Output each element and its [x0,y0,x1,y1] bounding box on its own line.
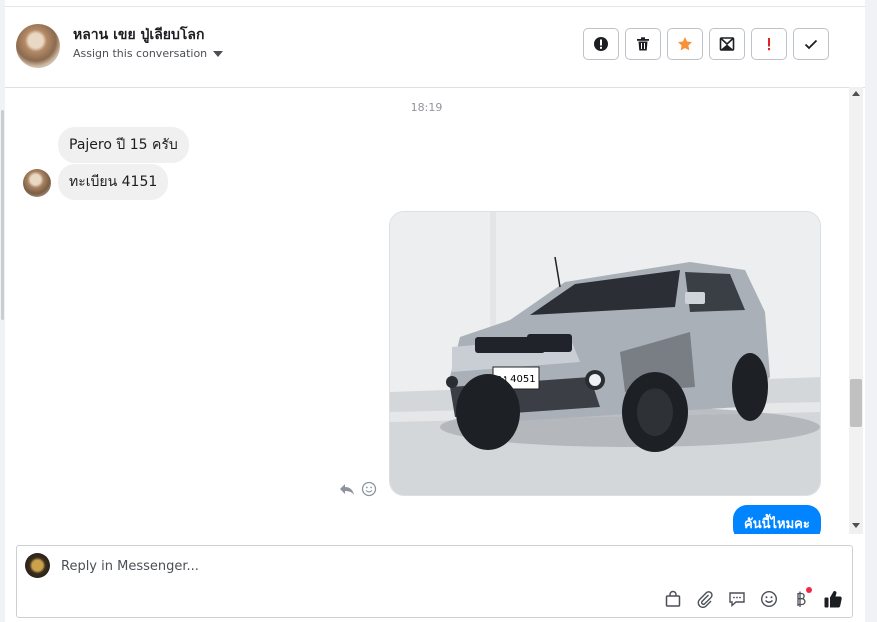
alert-circle-icon [594,37,608,51]
saved-reply-button[interactable] [726,588,748,610]
message-timestamp: 18:19 [410,101,443,114]
attachment-icon [697,591,713,608]
mark-unread-button[interactable] [709,28,745,60]
done-button[interactable] [793,28,829,60]
like-icon [824,591,842,608]
envelope-icon [719,37,735,51]
assign-label: Assign this conversation [73,47,208,60]
star-button[interactable] [667,28,703,60]
conversation-header: หลาน เขย ปู่เลียบโลก Assign this convers… [5,6,865,88]
shared-car-photo[interactable]: กง 4051 [389,211,821,496]
contact-name[interactable]: หลาน เขย ปู่เลียบโลก [73,24,204,46]
scrollbar-thumb[interactable] [850,379,862,427]
contact-avatar[interactable] [16,24,60,68]
emoji-icon [760,590,778,608]
car-photo: กง 4051 [390,212,820,495]
message-actions [339,481,377,497]
shop-bag-icon [665,590,681,607]
composer-tools [662,587,844,610]
important-button[interactable] [751,28,787,60]
trash-icon [637,37,649,51]
sender-avatar[interactable] [23,169,51,197]
left-scrollbar[interactable] [1,110,4,320]
scroll-down-icon[interactable] [852,523,860,528]
message-thread: 18:19 Pajero ปี 15 ครับ ทะเบียน 4151 กง … [5,87,848,534]
payment-button[interactable] [790,587,812,610]
emoji-button[interactable] [758,588,780,610]
outgoing-message[interactable]: คันนี้ไหมคะ [733,505,821,534]
reply-input[interactable]: Reply in Messenger... [61,559,199,574]
notification-dot [806,587,812,593]
reply-composer[interactable]: Reply in Messenger... [16,545,853,618]
incoming-message[interactable]: ทะเบียน 4151 [58,164,169,200]
star-icon [678,37,692,51]
right-panel-edge [865,0,877,622]
exclamation-icon [768,38,770,51]
reply-icon[interactable] [339,481,355,497]
like-button[interactable] [822,588,844,610]
mark-spam-button[interactable] [583,28,619,60]
page-avatar [25,553,50,578]
delete-button[interactable] [625,28,661,60]
check-icon [804,39,818,50]
shop-bag-button[interactable] [662,588,684,610]
assign-conversation-dropdown[interactable]: Assign this conversation [73,47,224,60]
saved-reply-icon [729,592,745,608]
scroll-up-icon[interactable] [852,91,860,96]
react-emoji-icon[interactable] [361,481,377,497]
attachment-button[interactable] [694,588,716,610]
chevron-down-icon [213,50,224,57]
thread-scrollbar[interactable] [849,87,863,534]
incoming-message[interactable]: Pajero ปี 15 ครับ [58,127,189,163]
conversation-actions [583,28,829,60]
